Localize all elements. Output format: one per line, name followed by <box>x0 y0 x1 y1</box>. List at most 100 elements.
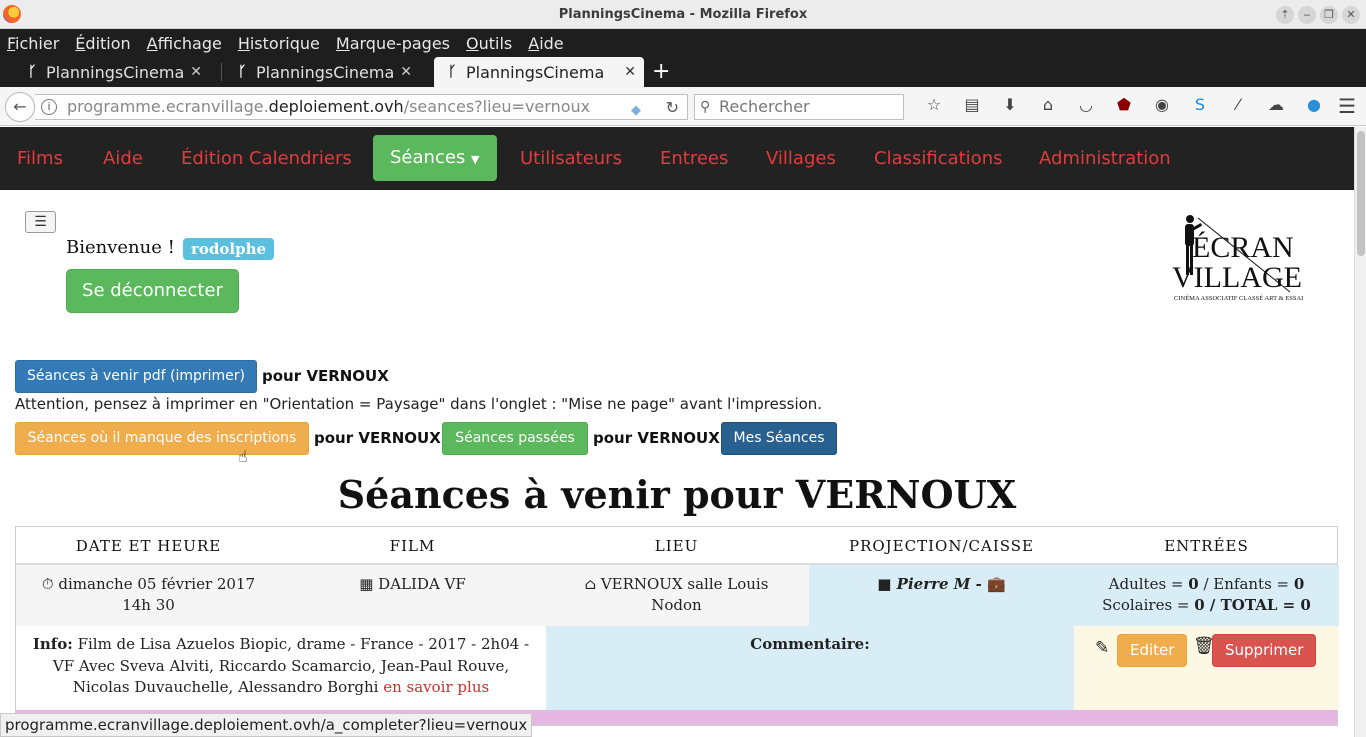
briefcase-icon: 💼 <box>987 575 1006 593</box>
logo-tagline: CINÉMA ASSOCIATIF CLASSÉ ART & ESSAI <box>1174 294 1303 302</box>
menu-bar: Fichier Édition Affichage Historique Mar… <box>0 29 1366 57</box>
site-info-icon[interactable]: i <box>41 99 57 115</box>
actions-cell: ✎ Editer 🗑 Supprimer <box>1074 626 1339 710</box>
scolaires-label: Scolaires = <box>1102 596 1195 614</box>
ublock-icon[interactable]: ⬟ <box>1105 95 1143 114</box>
search-input[interactable]: ⚲ Rechercher <box>694 94 904 120</box>
menu-fichier[interactable]: Fichier <box>7 34 59 53</box>
browser-tab[interactable]: ᚴ PlanningsCinema ✕ <box>210 57 420 87</box>
nav-aide[interactable]: Aide <box>103 148 143 169</box>
water-drop-icon[interactable]: ● <box>1295 95 1333 114</box>
column-header: FILM <box>389 537 436 555</box>
comment-label: Commentaire: <box>750 635 870 653</box>
edit-button[interactable]: Editer <box>1117 634 1188 667</box>
page-title: Séances à venir pour VERNOUX <box>337 472 1017 517</box>
close-tab-icon[interactable]: ✕ <box>400 64 412 80</box>
reload-icon[interactable]: ↻ <box>666 96 679 120</box>
seance-time: 14h 30 <box>122 596 175 614</box>
skype-icon[interactable]: S <box>1181 95 1219 114</box>
camera-favicon-icon: ᚴ <box>28 64 37 80</box>
reader-view-icon[interactable]: ◆ <box>631 99 641 123</box>
total-label: / TOTAL = <box>1204 596 1301 614</box>
status-bar-link-preview: programme.ecranvillage.deploiement.ovh/a… <box>0 713 533 737</box>
menu-aide[interactable]: Aide <box>528 34 563 53</box>
column-header: ENTRÉES <box>1164 537 1249 555</box>
delete-button[interactable]: Supprimer <box>1212 634 1317 667</box>
entrees-cell: Adultes = 0 / Enfants = 0 Scolaires = 0 … <box>1074 565 1339 626</box>
reading-list-icon[interactable]: ▤ <box>953 95 991 114</box>
info-line2: VF Avec Sveva Alviti, Riccardo Scamarcio… <box>52 656 510 675</box>
close-tab-icon[interactable]: ✕ <box>190 64 202 80</box>
missing-registrations-button[interactable]: Séances où il manque des inscriptions <box>15 422 309 455</box>
logout-button[interactable]: Se déconnecter <box>66 269 239 313</box>
search-icon: ⚲ <box>700 99 711 115</box>
menu-historique[interactable]: Historique <box>238 34 320 53</box>
new-tab-button[interactable]: + <box>652 59 670 84</box>
for-place-label: pour VERNOUX <box>262 367 389 385</box>
back-button[interactable]: ← <box>5 92 35 122</box>
column-header: DATE ET HEURE <box>75 537 222 555</box>
home-icon[interactable]: ⌂ <box>1029 95 1067 114</box>
browser-tab-active[interactable]: ᚴ PlanningsCinema ✕ <box>434 57 644 87</box>
nav-entrees[interactable]: Entrees <box>660 148 728 169</box>
close-window-button[interactable]: ✕ <box>1342 6 1360 24</box>
bookmark-star-icon[interactable]: ☆ <box>915 95 953 114</box>
downloads-icon[interactable]: ⬇ <box>991 95 1029 114</box>
table-row: ⏱ dimanche 05 février 2017 14h 30 ▦ DALI… <box>16 565 1339 626</box>
past-seances-button[interactable]: Séances passées <box>442 422 588 455</box>
welcome-text: Bienvenue ! <box>66 237 175 258</box>
pdf-print-button[interactable]: Séances à venir pdf (imprimer) <box>15 360 257 393</box>
window-title: PlanningsCinema - Mozilla Firefox <box>558 7 808 22</box>
close-tab-icon[interactable]: ✕ <box>624 64 636 80</box>
projectionist-name: Pierre M <box>896 575 971 593</box>
nav-administration[interactable]: Administration <box>1039 148 1171 169</box>
tab-label: PlanningsCinema <box>466 62 605 82</box>
toolbar-icons: ☆ ▤ ⬇ ⌂ ◡ ⬟ ◉ S ⁄ ☁ ● <box>915 95 1333 114</box>
extension-icon[interactable]: ☁ <box>1257 95 1295 114</box>
url-bar[interactable]: i programme.ecranvillage.deploiement.ovh/… <box>35 94 688 120</box>
window-titlebar: PlanningsCinema - Mozilla Firefox ⇡ ‒ ❐ … <box>0 0 1366 29</box>
clock-icon: ⏱ <box>41 575 54 593</box>
url-prefix: programme.ecranvillage. <box>67 97 269 116</box>
page-scrollbar[interactable] <box>1354 127 1366 737</box>
minimize-button[interactable]: ‒ <box>1298 6 1316 24</box>
nav-films[interactable]: Films <box>17 148 63 169</box>
menu-outils[interactable]: Outils <box>466 34 512 53</box>
navigation-toolbar: ← i programme.ecranvillage.deploiement.ov… <box>0 87 1366 126</box>
scrollbar-thumb[interactable] <box>1357 131 1365 256</box>
nav-utilisateurs[interactable]: Utilisateurs <box>520 148 622 169</box>
eyedropper-icon[interactable]: ⁄ <box>1219 95 1257 114</box>
url-path: /seances?lieu=vernoux <box>403 97 591 116</box>
url-domain: deploiement.ovh <box>268 97 404 116</box>
for-place-label: pour VERNOUX <box>593 429 720 447</box>
maximize-button[interactable]: ❐ <box>1320 6 1338 24</box>
my-seances-button[interactable]: Mes Séances <box>721 422 837 455</box>
menu-edition[interactable]: Édition <box>75 34 130 53</box>
column-header: LIEU <box>654 537 699 555</box>
film-cell: ▦ DALIDA VF <box>281 565 544 626</box>
print-warning-text: Attention, pensez à imprimer en "Orienta… <box>15 395 823 413</box>
search-placeholder: Rechercher <box>719 97 810 116</box>
browser-tab[interactable]: ᚴ PlanningsCinema ✕ <box>0 57 210 87</box>
sidebar-toggle-button[interactable]: ☰ <box>25 211 56 233</box>
nav-classifications[interactable]: Classifications <box>874 148 1002 169</box>
menu-marque-pages[interactable]: Marque-pages <box>336 34 450 53</box>
adultes-label: Adultes = <box>1108 575 1189 593</box>
color-picker-icon[interactable]: ◉ <box>1143 95 1181 114</box>
pocket-icon[interactable]: ◡ <box>1067 95 1105 114</box>
ecran-village-logo: ÉCRAN VILLAGE CINÉMA ASSOCIATIF CLASSÉ A… <box>1172 215 1303 302</box>
scroll-up-icon[interactable]: ⇡ <box>1276 6 1294 24</box>
nav-edition-calendriers[interactable]: Édition Calendriers <box>181 148 352 169</box>
caret-down-icon: ▼ <box>471 153 480 166</box>
menu-affichage[interactable]: Affichage <box>147 34 222 53</box>
lieu-line1: VERNOUX salle Louis <box>600 575 769 593</box>
pencil-icon[interactable]: ✎ <box>1095 638 1109 660</box>
app-menu-icon[interactable]: ☰ <box>1338 94 1356 118</box>
projection-cell: ■ Pierre M - 💼 <box>809 565 1074 626</box>
film-title: DALIDA VF <box>378 575 466 593</box>
nav-seances-dropdown[interactable]: Séances ▼ <box>373 135 497 181</box>
seances-table: DATE ET HEURE FILM LIEU PROJECTION/CAISS… <box>15 526 1339 726</box>
nav-villages[interactable]: Villages <box>766 148 836 169</box>
more-info-link[interactable]: en savoir plus <box>383 678 489 696</box>
logo-village: VILLAGE <box>1172 261 1302 294</box>
